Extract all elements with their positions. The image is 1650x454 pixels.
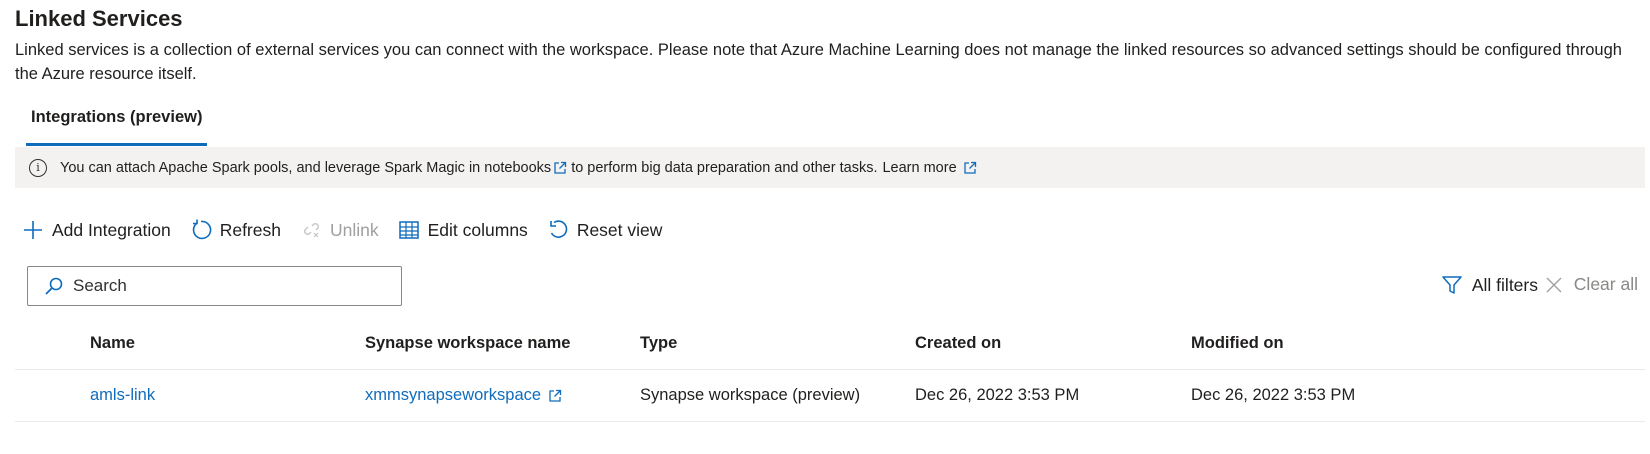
refresh-icon (192, 219, 212, 240)
refresh-label: Refresh (219, 219, 281, 240)
plus-icon (24, 221, 42, 239)
column-header-created[interactable]: Created on (915, 318, 1001, 369)
linked-services-table: Name Synapse workspace name Type Created… (15, 318, 1645, 422)
reset-icon (550, 220, 568, 238)
type-cell: Synapse workspace (preview) (640, 386, 861, 404)
unlink-button[interactable]: Unlink (300, 219, 379, 241)
add-integration-button[interactable]: Add Integration (22, 219, 171, 241)
filter-icon (1442, 276, 1462, 294)
reset-view-label: Reset view (576, 219, 663, 240)
created-cell: Dec 26, 2022 3:53 PM (915, 386, 1080, 404)
page-description: Linked services is a collection of exter… (15, 41, 1622, 83)
info-text: You can attach Apache Spark pools, and l… (60, 159, 552, 176)
search-input[interactable] (73, 276, 373, 296)
page-title: Linked Services (15, 6, 183, 31)
close-icon (1546, 277, 1562, 292)
table-columns-icon (398, 221, 419, 239)
column-header-type[interactable]: Type (640, 318, 677, 369)
column-header-modified[interactable]: Modified on (1191, 318, 1284, 369)
column-header-name[interactable]: Name (90, 318, 135, 369)
table-header-row: Name Synapse workspace name Type Created… (15, 318, 1645, 370)
edit-columns-button[interactable]: Edit columns (398, 219, 528, 241)
search-icon (45, 277, 63, 295)
clear-all-button[interactable]: Clear all (1545, 274, 1638, 295)
command-bar: Add Integration Refresh Unlink Edit colu… (22, 214, 681, 246)
unlink-label: Unlink (329, 219, 379, 240)
name-link[interactable]: amls-link (90, 386, 155, 405)
modified-cell: Dec 26, 2022 3:53 PM (1191, 386, 1356, 404)
workspace-link[interactable]: xmmsynapseworkspace (365, 386, 541, 405)
external-link-icon[interactable] (553, 161, 567, 175)
tab-integrations[interactable]: Integrations (preview) (26, 108, 208, 146)
column-header-workspace[interactable]: Synapse workspace name (365, 318, 570, 369)
info-icon: i (29, 158, 47, 177)
refresh-button[interactable]: Refresh (190, 219, 281, 241)
info-bar: i You can attach Apache Spark pools, and… (15, 147, 1645, 188)
search-box[interactable] (27, 266, 402, 306)
external-link-icon[interactable] (963, 161, 977, 175)
add-integration-label: Add Integration (52, 219, 171, 240)
edit-columns-label: Edit columns (427, 219, 528, 240)
unlink-icon (304, 223, 319, 238)
external-link-icon[interactable] (548, 389, 562, 403)
table-row[interactable]: amls-link xmmsynapseworkspace Synapse wo… (15, 370, 1645, 422)
reset-view-button[interactable]: Reset view (547, 219, 663, 241)
all-filters-label: All filters (1471, 274, 1538, 295)
all-filters-button[interactable]: All filters (1441, 274, 1538, 296)
clear-all-label: Clear all (1573, 274, 1638, 294)
info-text-middle: to perform big data preparation and othe… (571, 159, 878, 176)
learn-more-link[interactable]: Learn more (882, 160, 956, 176)
